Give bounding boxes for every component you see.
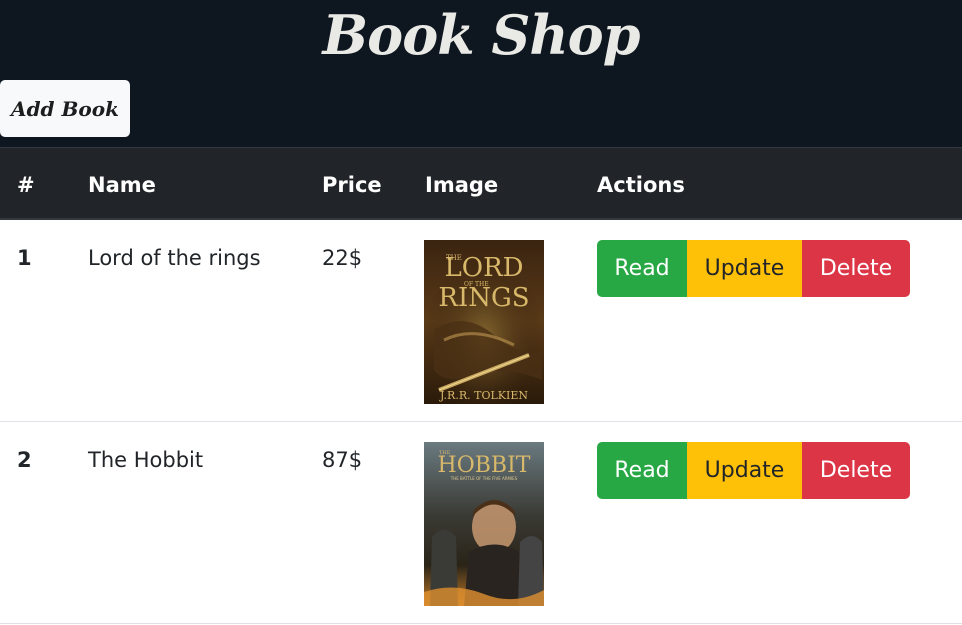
column-header-price: Price bbox=[322, 173, 382, 197]
column-header-actions: Actions bbox=[597, 173, 685, 197]
svg-text:J.R.R. TOLKIEN: J.R.R. TOLKIEN bbox=[439, 389, 528, 402]
book-name: The Hobbit bbox=[88, 448, 204, 472]
row-number: 2 bbox=[17, 448, 32, 472]
row-number: 1 bbox=[17, 246, 32, 270]
read-button[interactable]: Read bbox=[597, 240, 687, 297]
update-button[interactable]: Update bbox=[687, 240, 802, 297]
row-actions: Read Update Delete bbox=[597, 442, 910, 499]
table-header: # Name Price Image Actions bbox=[0, 147, 962, 220]
table-row: 2 The Hobbit 87$ THE HOBBIT THE BATTLE O… bbox=[0, 422, 962, 624]
column-header-name: Name bbox=[88, 173, 156, 197]
book-cover-image: THE LORD OF THE RINGS J.R.R. TOLKIEN bbox=[424, 240, 544, 404]
book-cover-image: THE HOBBIT THE BATTLE OF THE FIVE ARMIES bbox=[424, 442, 544, 606]
svg-text:RINGS: RINGS bbox=[438, 283, 529, 313]
svg-text:THE BATTLE OF THE FIVE ARMIES: THE BATTLE OF THE FIVE ARMIES bbox=[450, 476, 518, 481]
column-header-number: # bbox=[17, 173, 35, 197]
book-price: 87$ bbox=[322, 448, 363, 472]
column-header-image: Image bbox=[425, 173, 499, 197]
delete-button[interactable]: Delete bbox=[802, 442, 910, 499]
update-button[interactable]: Update bbox=[687, 442, 802, 499]
row-actions: Read Update Delete bbox=[597, 240, 910, 297]
table-row: 1 Lord of the rings 22$ THE LORD OF THE … bbox=[0, 220, 962, 422]
book-name: Lord of the rings bbox=[88, 246, 261, 270]
read-button[interactable]: Read bbox=[597, 442, 687, 499]
cover-title-text: LORD bbox=[444, 253, 523, 283]
page-header: Book Shop Add Book bbox=[0, 0, 962, 147]
book-price: 22$ bbox=[322, 246, 363, 270]
svg-text:HOBBIT: HOBBIT bbox=[438, 453, 531, 478]
page-title: Book Shop bbox=[322, 3, 641, 67]
delete-button[interactable]: Delete bbox=[802, 240, 910, 297]
add-book-button[interactable]: Add Book bbox=[0, 80, 130, 137]
